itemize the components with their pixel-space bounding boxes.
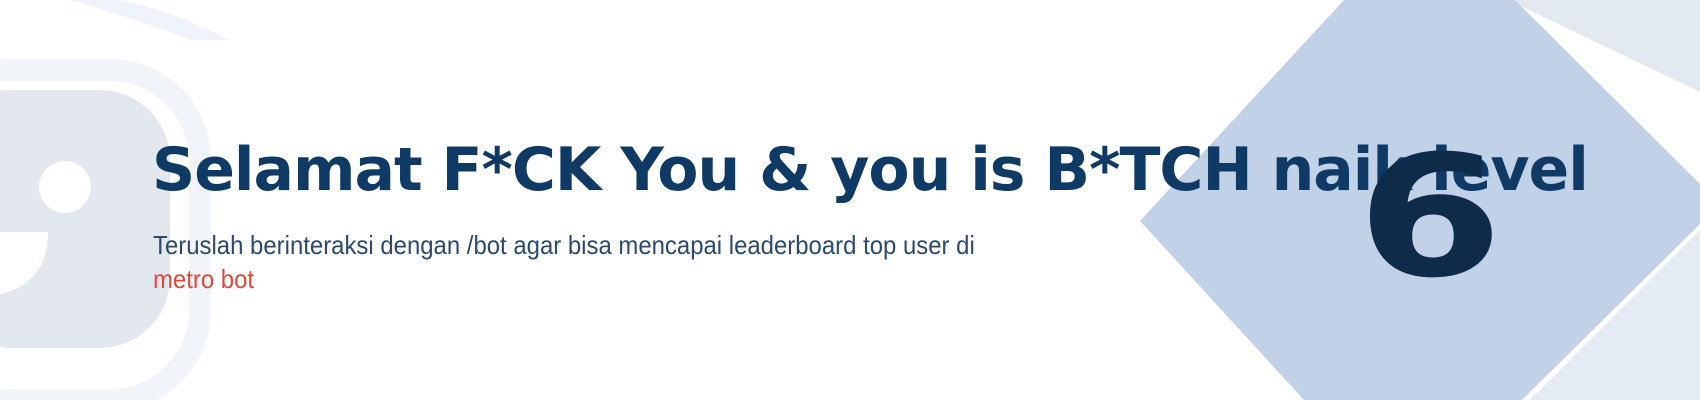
level-up-subtitle: Teruslah berinteraksi dengan /bot agar b… bbox=[153, 228, 1018, 296]
level-number: 6 bbox=[1356, 119, 1504, 315]
faded-logo-shape bbox=[0, 90, 170, 348]
bot-name: metro bot bbox=[153, 264, 255, 294]
level-up-banner: Selamat F*CK You & you is B*TCH naik lev… bbox=[0, 0, 1700, 400]
faded-logo-eye bbox=[39, 161, 91, 213]
swoosh-decor bbox=[70, 0, 230, 40]
subtitle-line: Teruslah berinteraksi dengan /bot agar b… bbox=[153, 230, 975, 260]
